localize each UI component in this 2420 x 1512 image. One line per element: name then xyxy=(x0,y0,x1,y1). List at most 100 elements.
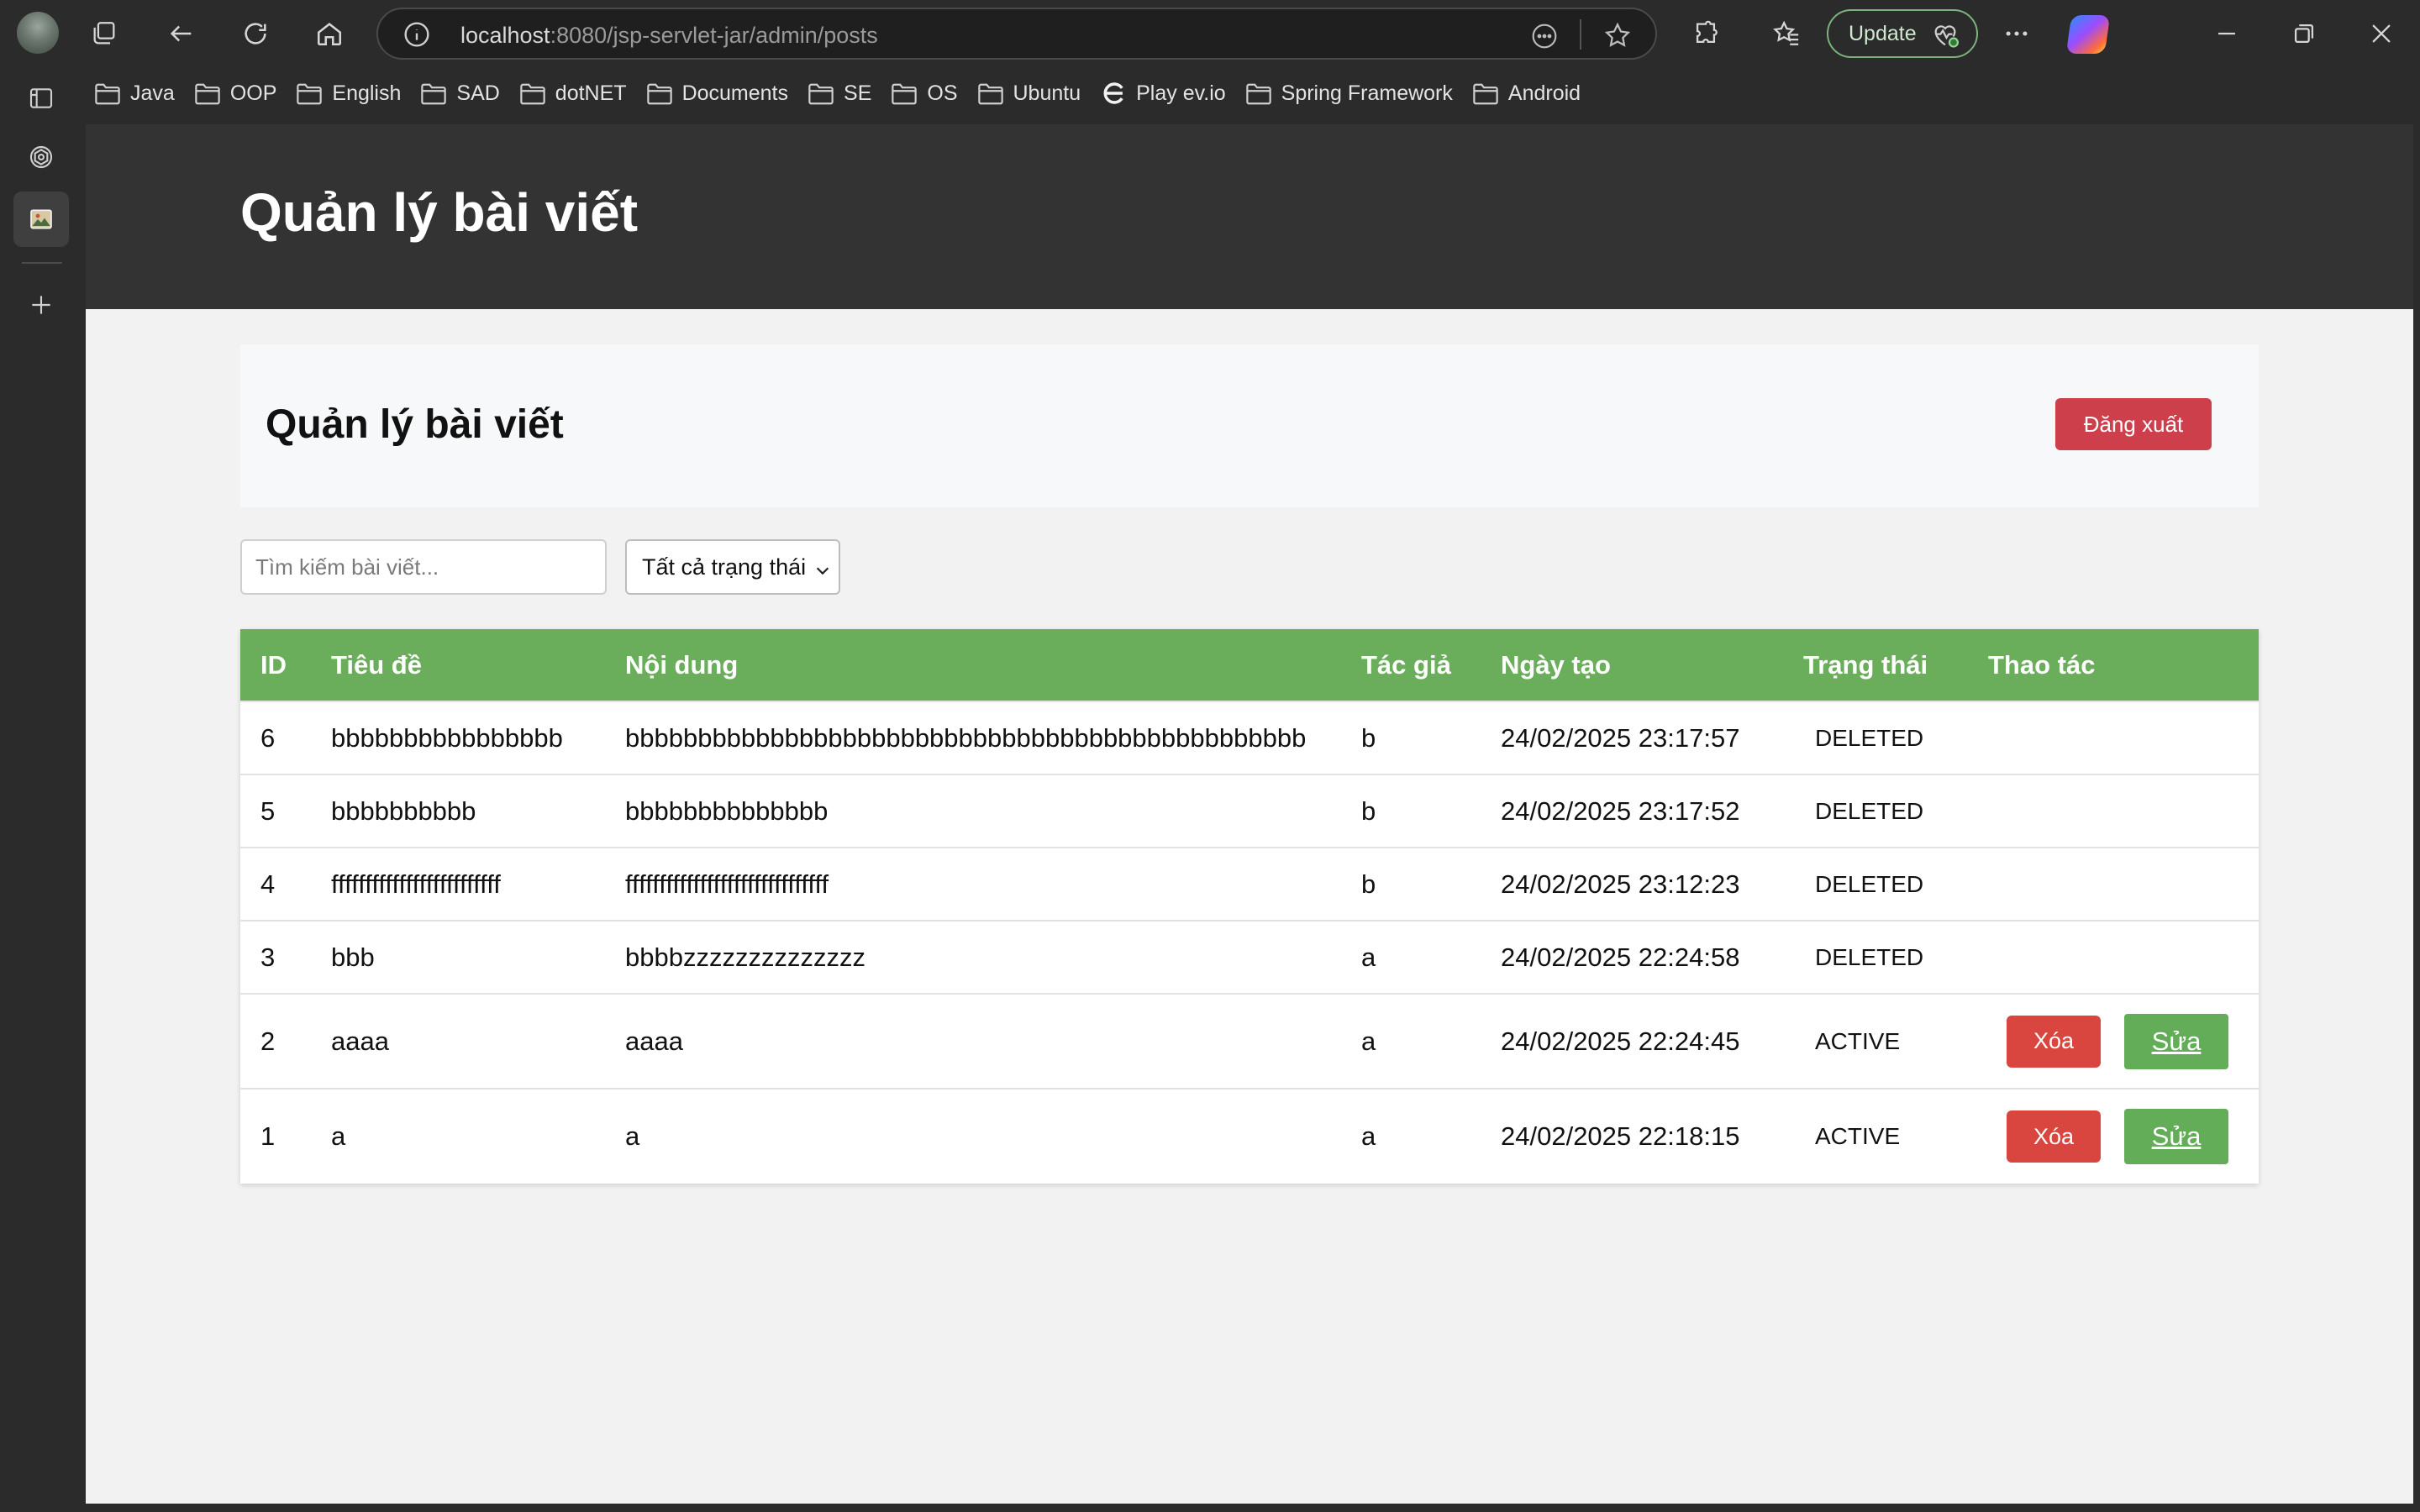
folder-icon xyxy=(807,81,835,106)
folder-icon xyxy=(419,81,448,106)
column-header-author: Tác giả xyxy=(1341,629,1481,701)
add-favorite-icon[interactable] xyxy=(1603,21,1632,50)
chevron-down-icon xyxy=(813,559,832,578)
table-row: 3 bbb bbbbzzzzzzzzzzzzzz a 24/02/2025 22… xyxy=(240,920,2259,994)
cell-actions xyxy=(1968,920,2259,994)
posts-table: ID Tiêu đề Nội dung Tác giả Ngày tạo Trạ… xyxy=(240,629,2259,1184)
cell-author: a xyxy=(1341,920,1481,994)
refresh-icon[interactable] xyxy=(237,15,274,52)
cell-title: aaaa xyxy=(311,993,605,1089)
workspaces-icon[interactable] xyxy=(86,15,123,52)
url-text[interactable]: localhost:8080/jsp-servlet-jar/admin/pos… xyxy=(460,23,878,49)
cell-id: 5 xyxy=(240,774,311,848)
folder-icon xyxy=(193,81,222,106)
bookmark-spring-framework[interactable]: Spring Framework xyxy=(1235,71,1462,116)
cell-author: a xyxy=(1341,993,1481,1089)
vertical-tabs-icon[interactable] xyxy=(20,77,62,119)
status-filter-select[interactable]: Tất cả trạng thái xyxy=(625,539,840,595)
bookmark-se[interactable]: SE xyxy=(797,71,881,116)
address-divider xyxy=(1580,19,1581,50)
edit-button[interactable]: Sửa xyxy=(2124,1013,2228,1069)
cell-id: 4 xyxy=(240,847,311,921)
cell-title: bbbbbbbbbb xyxy=(311,774,605,848)
bookmark-dotnet[interactable]: dotNET xyxy=(509,71,636,116)
update-button[interactable]: Update xyxy=(1827,9,1978,58)
title-card: Quản lý bài viết Đăng xuất xyxy=(240,344,2259,507)
more-options-icon[interactable] xyxy=(1998,15,2035,52)
folder-icon xyxy=(295,81,324,106)
column-header-created: Ngày tạo xyxy=(1481,629,1783,701)
folder-icon xyxy=(1471,81,1500,106)
new-tab-plus-icon[interactable] xyxy=(20,284,62,326)
page-header: Quản lý bài viết xyxy=(86,124,2413,309)
edit-button[interactable]: Sửa xyxy=(2124,1109,2228,1164)
bookmark-label: OOP xyxy=(229,81,277,105)
home-icon[interactable] xyxy=(311,15,348,52)
bookmark-label: Spring Framework xyxy=(1281,81,1453,105)
cell-author: b xyxy=(1341,774,1481,848)
bookmark-java[interactable]: Java xyxy=(84,71,184,116)
logout-button[interactable]: Đăng xuất xyxy=(2055,398,2212,450)
bookmark-label: Ubuntu xyxy=(1013,81,1081,105)
cell-status: DELETED xyxy=(1783,920,1968,994)
cell-actions xyxy=(1968,847,2259,921)
page-actions-icon[interactable] xyxy=(1531,23,1558,50)
folder-icon xyxy=(976,81,1005,106)
sidebar-divider xyxy=(22,262,62,264)
folder-icon xyxy=(890,81,918,106)
search-input[interactable] xyxy=(240,539,607,595)
cell-created: 24/02/2025 23:17:52 xyxy=(1481,774,1783,848)
table-row: 1 a a a 24/02/2025 22:18:15 ACTIVE Xóa Sử… xyxy=(240,1088,2259,1184)
bookmark-label: English xyxy=(332,81,402,105)
delete-button[interactable]: Xóa xyxy=(2007,1015,2101,1068)
restore-icon[interactable] xyxy=(2286,15,2323,52)
bookmark-english[interactable]: English xyxy=(286,71,410,116)
evio-icon xyxy=(1099,81,1128,106)
bookmark-documents[interactable]: Documents xyxy=(636,71,797,116)
cell-content: aaaa xyxy=(605,993,1341,1089)
cell-content: bbbbbbbbbbbbbbbbbbbbbbbbbbbbbbbbbbbbbbbb… xyxy=(605,701,1341,774)
bookmark-label: Android xyxy=(1507,81,1581,105)
bookmark-android[interactable]: Android xyxy=(1462,71,1590,116)
cell-id: 3 xyxy=(240,920,311,994)
delete-button[interactable]: Xóa xyxy=(2007,1110,2101,1163)
back-icon[interactable] xyxy=(163,15,200,52)
favorites-icon[interactable] xyxy=(1768,15,1805,52)
minimize-icon[interactable] xyxy=(2208,15,2245,52)
cell-status: ACTIVE xyxy=(1783,1088,1968,1184)
bookmark-label: dotNET xyxy=(555,81,627,105)
bookmark-play-evio[interactable]: Play ev.io xyxy=(1090,71,1235,116)
profile-avatar[interactable] xyxy=(17,12,59,54)
cell-author: b xyxy=(1341,701,1481,774)
cell-created: 24/02/2025 22:24:45 xyxy=(1481,993,1783,1089)
bookmark-label: SAD xyxy=(456,81,500,105)
cell-title: a xyxy=(311,1088,605,1184)
bookmark-label: SE xyxy=(844,81,872,105)
copilot-icon[interactable] xyxy=(2065,15,2111,54)
site-info-icon[interactable] xyxy=(403,21,430,48)
cell-status: DELETED xyxy=(1783,774,1968,848)
cell-author: b xyxy=(1341,847,1481,921)
cell-id: 6 xyxy=(240,701,311,774)
chatgpt-icon[interactable] xyxy=(20,136,62,178)
bookmark-label: Java xyxy=(130,81,175,105)
cell-actions: Xóa Sửa xyxy=(1968,993,2259,1089)
column-header-title: Tiêu đề xyxy=(311,629,605,701)
bookmark-ubuntu[interactable]: Ubuntu xyxy=(967,71,1091,116)
address-bar[interactable]: localhost:8080/jsp-servlet-jar/admin/pos… xyxy=(376,8,1657,60)
tab-favicon-icon[interactable] xyxy=(20,198,62,240)
cell-content: ffffffffffffffffffffffffffffff xyxy=(605,847,1341,921)
web-page: Quản lý bài viết Quản lý bài viết Đăng x… xyxy=(86,124,2413,1504)
bookmark-os[interactable]: OS xyxy=(881,71,966,116)
cell-content: bbbbzzzzzzzzzzzzzz xyxy=(605,920,1341,994)
close-icon[interactable] xyxy=(2363,15,2400,52)
bookmark-label: OS xyxy=(927,81,958,105)
cell-actions: Xóa Sửa xyxy=(1968,1088,2259,1184)
cell-status: ACTIVE xyxy=(1783,993,1968,1089)
bookmark-sad[interactable]: SAD xyxy=(410,71,508,116)
column-header-actions: Thao tác xyxy=(1968,629,2259,701)
bookmark-oop[interactable]: OOP xyxy=(184,71,287,116)
extensions-icon[interactable] xyxy=(1687,15,1724,52)
cell-actions xyxy=(1968,701,2259,774)
bookmark-label: Documents xyxy=(681,81,789,105)
